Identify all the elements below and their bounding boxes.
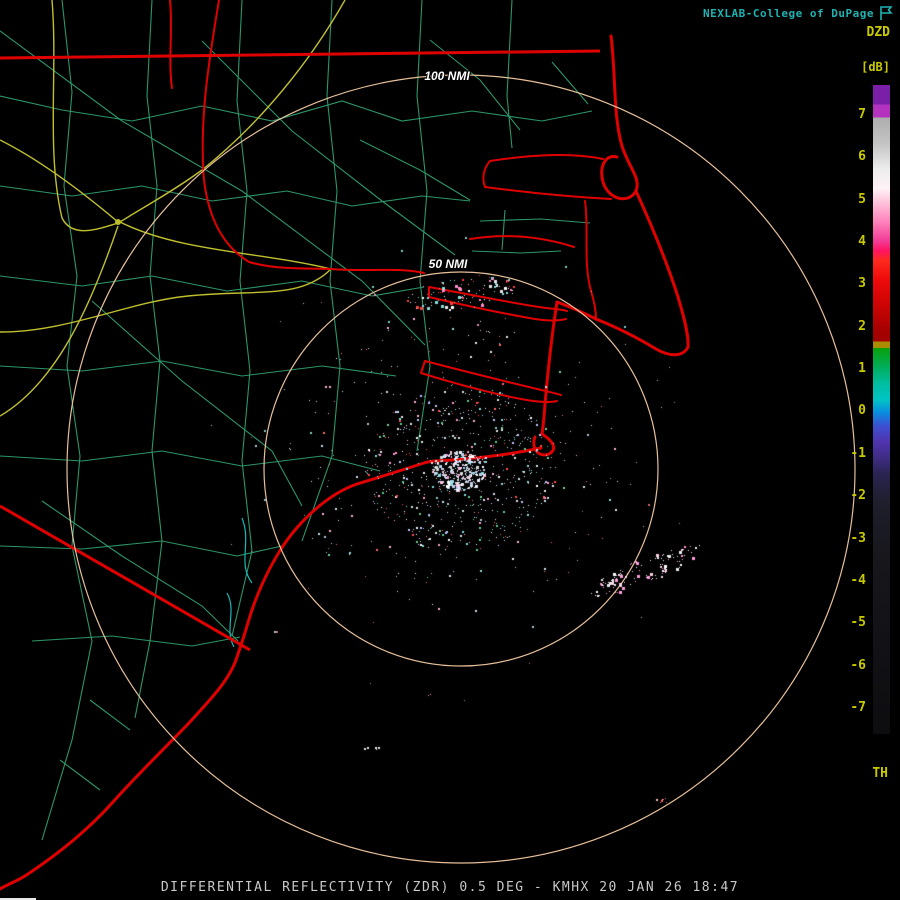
brand-text: NEXLAB-College of DuPage — [703, 7, 874, 20]
colorbar-tick: -6 — [850, 657, 866, 673]
colorbar-tick: -5 — [850, 615, 866, 631]
colorbar-unit: [dB] — [861, 60, 890, 74]
colorbar-tick: 0 — [858, 403, 866, 419]
colorbar-tick: -3 — [850, 530, 866, 546]
radar-echoes-canvas — [0, 0, 900, 900]
colorbar-tick: 3 — [858, 276, 866, 292]
nexlab-logo-icon — [880, 6, 893, 20]
colorbar — [873, 85, 890, 734]
colorbar-tick: 5 — [858, 191, 866, 207]
colorbar-tick: -7 — [850, 699, 866, 715]
product-title: DIFFERENTIAL REFLECTIVITY (ZDR) 0.5 DEG … — [160, 880, 740, 895]
colorbar-tick: 4 — [858, 234, 866, 250]
radar-display: 100 NMI 50 NMI NEXLAB-College of DuPage … — [0, 0, 900, 900]
colorbar-title: DZD — [866, 25, 890, 40]
colorbar-tick: 6 — [858, 149, 866, 165]
colorbar-tick: 7 — [858, 107, 866, 122]
colorbar-tick: -2 — [850, 488, 866, 504]
colorbar-tick: -1 — [850, 445, 866, 461]
colorbar-threshold-label: TH — [872, 766, 888, 781]
colorbar-tick: -4 — [850, 572, 866, 588]
colorbar-tick: 2 — [858, 318, 866, 334]
colorbar-tick: 1 — [858, 361, 866, 377]
